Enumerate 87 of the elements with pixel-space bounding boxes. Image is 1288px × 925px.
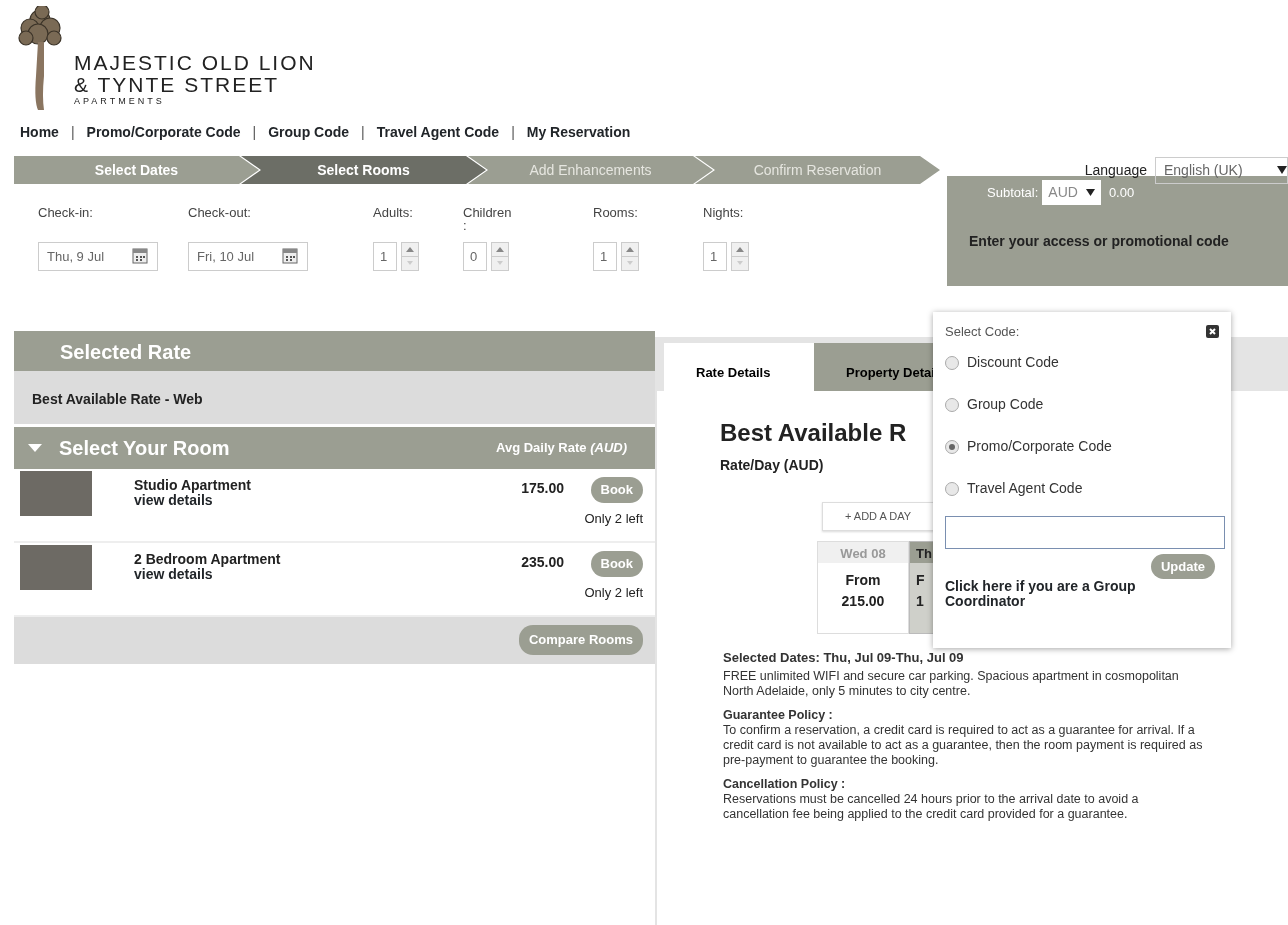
- radio-label: Travel Agent Code: [967, 479, 1083, 498]
- calendar-icon[interactable]: [132, 248, 148, 264]
- field-label: Children :: [463, 206, 513, 235]
- nav-separator: |: [361, 122, 365, 142]
- caret-icon: [1277, 166, 1287, 174]
- date-field[interactable]: Thu, 9 Jul: [38, 242, 158, 271]
- availability-text: Only 2 left: [584, 583, 643, 602]
- promo-prompt: Enter your access or promotional code: [968, 232, 1230, 251]
- rate-description: FREE unlimited WIFI and secure car parking. Spacious apartment in cosmopolitan North Adelaide, only 5 minutes to city centre.: [723, 669, 1180, 699]
- policy-text: Reservations must be cancelled 24 hours prior to the arrival date to avoid a cancellation fee being applied to the credit card provided for a guarantee.: [723, 792, 1140, 822]
- photo-placeholder: [20, 471, 92, 516]
- radio-button[interactable]: [945, 355, 959, 370]
- code-input-field[interactable]: [945, 515, 1225, 549]
- day-from: F: [916, 571, 926, 590]
- field-label: Check-in:: [38, 206, 94, 222]
- selected-dates: Selected Dates: Thu, Jul 09-Thu, Jul 09: [723, 650, 965, 665]
- number-field[interactable]: 0: [463, 242, 487, 271]
- radio-label: Promo/Corporate Code: [967, 437, 1112, 456]
- close-icon[interactable]: [1206, 325, 1219, 339]
- popup-title: Select Code:: [945, 323, 1020, 341]
- policy-title: Cancellation Policy :: [723, 777, 847, 792]
- field-label: Nights:: [703, 206, 745, 222]
- day-card[interactable]: Wed 08 From 215.00: [817, 541, 909, 634]
- room-price: 235.00: [520, 553, 564, 572]
- progress-step: Select Rooms: [241, 156, 486, 184]
- language-select[interactable]: English (UK): [1155, 156, 1288, 184]
- currency-value: AUD: [1048, 183, 1078, 202]
- add-day-button[interactable]: + ADD A DAY: [822, 502, 934, 531]
- day-label: Wed 08: [818, 542, 908, 563]
- subtotal-amount: 0.00: [1108, 183, 1135, 202]
- rate-name: Best Available Rate - Web: [14, 371, 655, 424]
- section-header: Selected Rate: [14, 331, 655, 371]
- spinner-arrows-icon[interactable]: [621, 242, 639, 271]
- view-details-link[interactable]: view details: [134, 567, 434, 582]
- progress-step: Confirm Reservation: [695, 156, 940, 184]
- caret-down-icon[interactable]: [28, 444, 42, 452]
- currency-select[interactable]: AUD: [1042, 180, 1101, 205]
- tab[interactable]: Rate Details: [664, 343, 814, 391]
- nav-link[interactable]: My Reservation: [526, 121, 631, 143]
- day-price: 1: [916, 592, 925, 611]
- rate-subheading: Rate/Day (AUD): [720, 456, 824, 475]
- nav-link[interactable]: Promo/Corporate Code: [86, 121, 241, 143]
- room-price: 175.00: [520, 479, 564, 498]
- field-label: Adults:: [373, 206, 414, 222]
- radio-button[interactable]: [945, 397, 959, 412]
- radio-label: Group Code: [967, 395, 1044, 414]
- nav-separator: |: [252, 122, 257, 142]
- logo-title: MAJESTIC OLD LION: [74, 52, 316, 74]
- room-name: 2 Bedroom Apartment: [134, 552, 282, 567]
- nav-link[interactable]: Home: [20, 121, 59, 143]
- progress-step: Select Dates: [14, 156, 259, 184]
- logo-title: & TYNTE STREET: [74, 74, 280, 96]
- language-label: Language: [1084, 160, 1147, 180]
- radio-label: Discount Code: [967, 353, 1059, 372]
- nav-link[interactable]: Travel Agent Code: [376, 121, 500, 143]
- nav-link[interactable]: Group Code: [268, 121, 350, 143]
- view-details-link[interactable]: view details: [134, 493, 434, 508]
- day-price: 215.00: [840, 592, 886, 611]
- group-coordinator-link[interactable]: Click here if you are a Group Coordinator: [945, 579, 1175, 609]
- number-field[interactable]: 1: [703, 242, 727, 271]
- caret-icon: [1085, 189, 1095, 196]
- field-label: Check-out:: [188, 206, 252, 222]
- radio-button[interactable]: [945, 439, 959, 454]
- room-name: Studio Apartment: [134, 478, 252, 493]
- logo-subtitle: APARTMENTS: [74, 96, 166, 106]
- rate-heading: Best Available R: [720, 418, 908, 448]
- spinner-arrows-icon[interactable]: [491, 242, 509, 271]
- calendar-icon[interactable]: [282, 248, 298, 264]
- rate-column-header: Avg Daily Rate (AUD): [496, 439, 627, 458]
- subtotal-label: Subtotal:: [987, 183, 1039, 202]
- policy-title: Guarantee Policy :: [723, 708, 834, 723]
- day-from: From: [844, 571, 882, 590]
- nav-separator: |: [70, 122, 75, 142]
- availability-text: Only 2 left: [584, 509, 643, 528]
- spinner-arrows-icon[interactable]: [731, 242, 749, 271]
- number-field[interactable]: 1: [373, 242, 397, 271]
- policy-text: To confirm a reservation, a credit card is required to act as a guarantee for arrival. If a credit card is not available to act as a guarantee, then the room payment is required as pre-payment to guarantee the booking.: [723, 723, 1203, 768]
- spinner-arrows-icon[interactable]: [401, 242, 419, 271]
- section-title: Select Your Room: [59, 436, 230, 461]
- progress-step: Add Enhancements: [468, 156, 713, 184]
- number-field[interactable]: 1: [593, 242, 617, 271]
- language-value: English (UK): [1164, 160, 1243, 180]
- date-field[interactable]: Fri, 10 Jul: [188, 242, 308, 271]
- nav-separator: |: [511, 122, 515, 142]
- radio-button[interactable]: [945, 481, 959, 496]
- field-label: Rooms:: [593, 206, 639, 222]
- photo-placeholder: [20, 545, 92, 590]
